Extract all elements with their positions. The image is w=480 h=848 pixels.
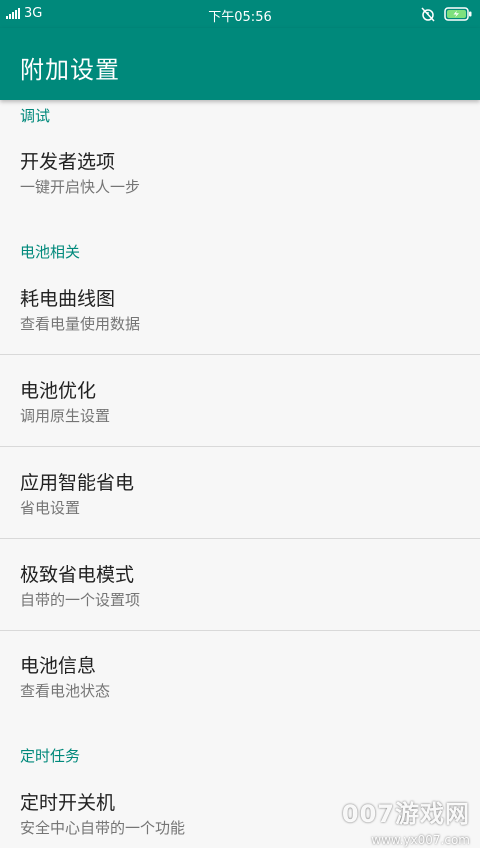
setting-title: 应用智能省电 — [20, 472, 135, 494]
setting-title: 耗电曲线图 — [20, 288, 116, 310]
setting-title: 电池优化 — [20, 380, 97, 402]
setting-title: 极致省电模式 — [20, 564, 135, 586]
page-title: 附加设置 — [20, 56, 120, 84]
setting-subtitle: 安全中心自带的一个功能 — [20, 819, 186, 837]
watermark-logo: 007游戏网 www.yx007.com — [342, 794, 470, 847]
section-header-scheduled: 定时任务 — [20, 747, 81, 765]
setting-developer-options[interactable]: 开发者选项 一键开启快人一步 — [0, 140, 480, 210]
battery-charging-icon — [444, 7, 472, 21]
setting-subtitle: 查看电量使用数据 — [20, 315, 141, 333]
setting-title: 电池信息 — [20, 655, 97, 677]
setting-app-smart-power[interactable]: 应用智能省电 省电设置 — [0, 447, 480, 538]
status-bar: 3G 下午05:56 — [0, 0, 480, 28]
setting-subtitle: 一键开启快人一步 — [20, 178, 141, 196]
setting-title: 开发者选项 — [20, 151, 116, 173]
setting-subtitle: 自带的一个设置项 — [20, 591, 141, 609]
setting-power-curve[interactable]: 耗电曲线图 查看电量使用数据 — [0, 276, 480, 354]
setting-battery-info[interactable]: 电池信息 查看电池状态 — [0, 631, 480, 731]
setting-subtitle: 省电设置 — [20, 499, 81, 517]
status-time: 下午05:56 — [208, 10, 272, 25]
setting-title: 定时开关机 — [20, 792, 116, 814]
setting-subtitle: 查看电池状态 — [20, 682, 111, 700]
app-bar: 附加设置 — [0, 28, 480, 100]
alarm-off-icon — [421, 7, 435, 22]
watermark-brand: 007游戏网 — [341, 800, 470, 828]
setting-subtitle: 调用原生设置 — [20, 407, 111, 425]
setting-battery-optimization[interactable]: 电池优化 调用原生设置 — [0, 355, 480, 446]
section-header-battery: 电池相关 — [20, 243, 81, 261]
section-header-debug: 调试 — [20, 107, 51, 125]
setting-extreme-power-mode[interactable]: 极致省电模式 自带的一个设置项 — [0, 539, 480, 630]
watermark-url: www.yx007.com — [371, 833, 470, 847]
